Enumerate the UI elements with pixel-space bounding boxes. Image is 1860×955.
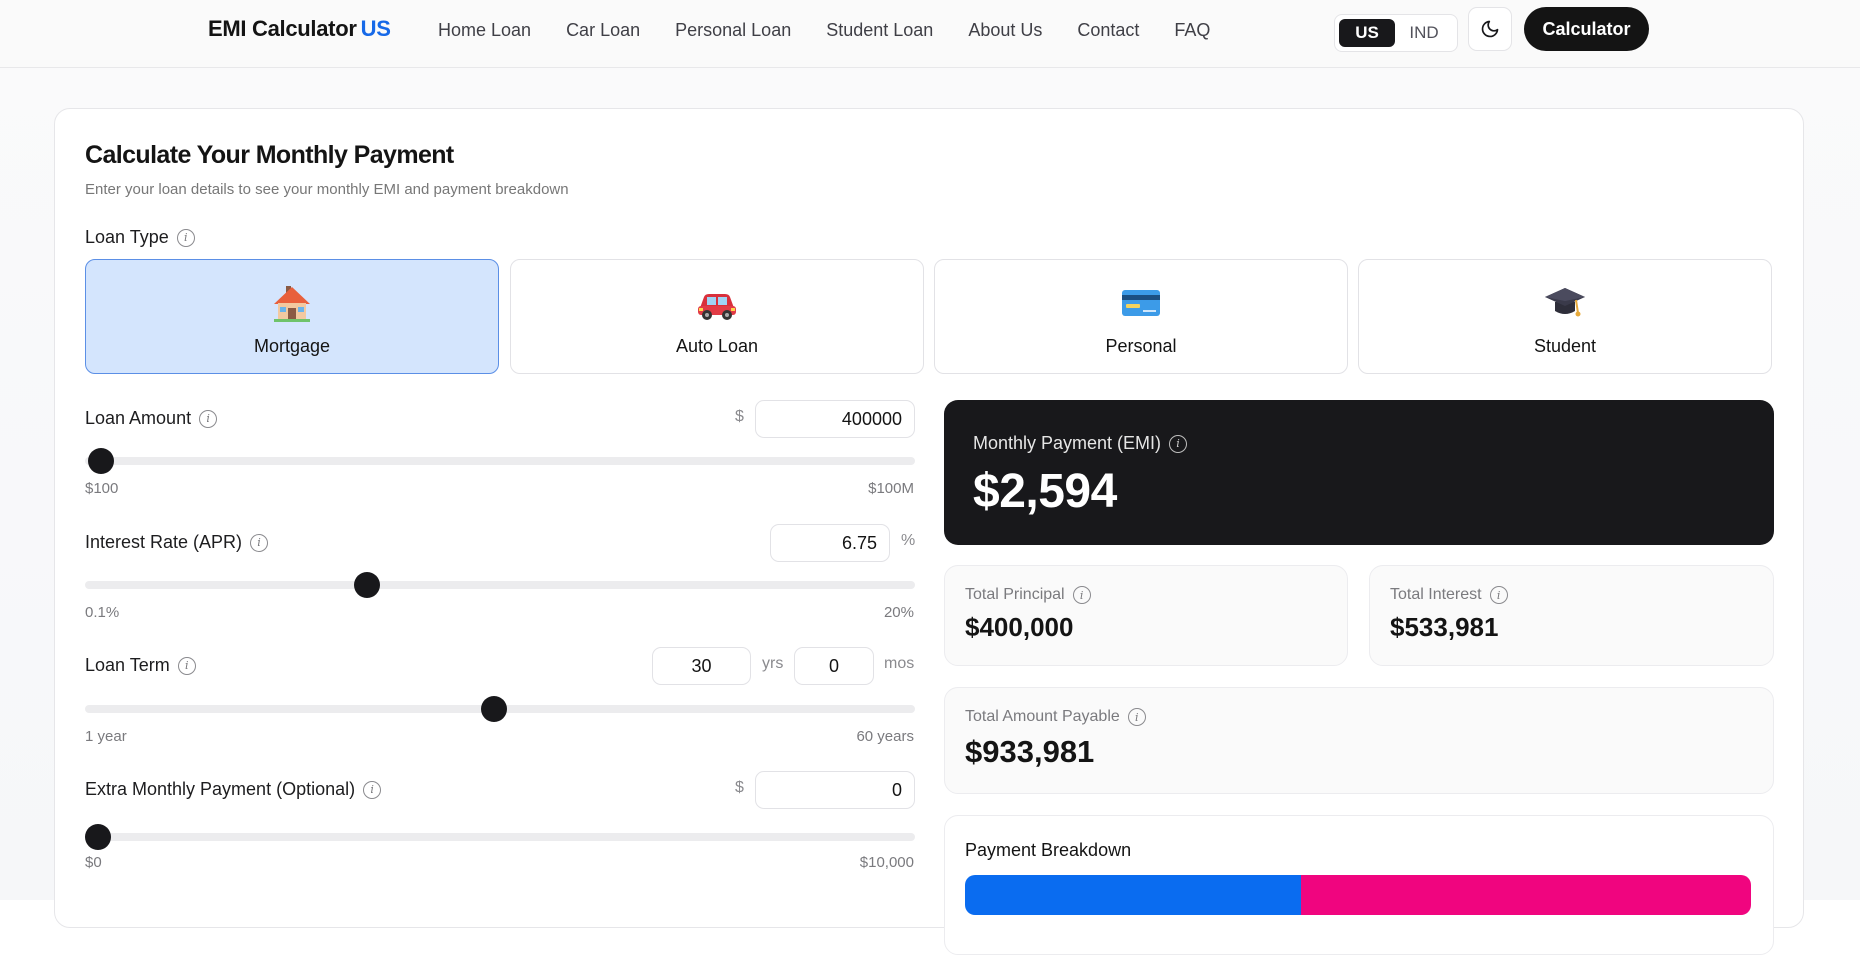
- extra-payment-slider-thumb[interactable]: [85, 824, 111, 850]
- interest-rate-slider-thumb[interactable]: [353, 572, 380, 598]
- nav-link-student-loan[interactable]: Student Loan: [826, 18, 933, 42]
- house-icon: [86, 280, 498, 324]
- info-icon[interactable]: i: [177, 656, 196, 675]
- car-icon: [511, 280, 923, 324]
- loan-term-max-label: 60 years: [856, 728, 914, 745]
- interest-rate-input[interactable]: [770, 524, 890, 562]
- loan-type-student[interactable]: Student: [1358, 259, 1772, 374]
- emi-result-panel: Monthly Payment (EMI) i $2,594: [944, 400, 1774, 545]
- extra-payment-min-label: $0: [85, 854, 102, 871]
- loan-term-min-label: 1 year: [85, 728, 127, 745]
- region-us-button[interactable]: US: [1339, 19, 1395, 47]
- loan-term-years-input[interactable]: [652, 647, 751, 685]
- years-unit: yrs: [762, 655, 784, 672]
- emi-label: Monthly Payment (EMI): [973, 433, 1162, 453]
- total-interest-value: $533,981: [1390, 612, 1499, 642]
- info-icon[interactable]: i: [363, 780, 382, 799]
- info-icon[interactable]: i: [176, 228, 195, 247]
- loan-type-label-row: Loan Type i: [85, 227, 195, 248]
- top-navbar: EMI Calculator US Home Loan Car Loan Pers…: [0, 0, 1860, 68]
- loan-term-slider-thumb[interactable]: [480, 696, 507, 722]
- nav-link-contact[interactable]: Contact: [1077, 18, 1139, 42]
- info-icon[interactable]: i: [1169, 434, 1188, 453]
- loan-term-slider[interactable]: [85, 696, 915, 722]
- nav-links: Home Loan Car Loan Personal Loan Student…: [438, 18, 1245, 42]
- extra-payment-max-label: $10,000: [859, 854, 914, 871]
- region-ind-button[interactable]: IND: [1395, 19, 1453, 47]
- percent-unit: %: [901, 532, 916, 549]
- emi-value: $2,594: [973, 465, 1117, 518]
- nav-link-about-us[interactable]: About Us: [968, 18, 1042, 42]
- payment-breakdown-panel: Payment Breakdown: [944, 815, 1774, 955]
- months-unit: mos: [884, 655, 915, 672]
- brand-logo[interactable]: EMI Calculator US: [208, 16, 391, 42]
- total-payable-card: Total Amount Payable i $933,981: [944, 687, 1774, 794]
- extra-payment-label: Extra Monthly Payment (Optional): [85, 779, 356, 799]
- total-principal-label: Total Principal: [965, 586, 1065, 603]
- total-principal-label-row: Total Principal i: [965, 586, 1091, 604]
- region-toggle: US IND: [1334, 14, 1458, 52]
- extra-payment-slider[interactable]: [85, 824, 915, 850]
- interest-rate-label-row: Interest Rate (APR) i: [85, 532, 269, 553]
- emi-label-row: Monthly Payment (EMI) i: [973, 433, 1188, 454]
- loan-amount-min-label: $100: [85, 480, 119, 497]
- payment-breakdown-bar: [965, 875, 1751, 915]
- theme-toggle-button[interactable]: [1468, 7, 1512, 51]
- interest-segment[interactable]: [1301, 875, 1751, 915]
- total-principal-card: Total Principal i $400,000: [944, 565, 1348, 666]
- total-payable-label-row: Total Amount Payable i: [965, 708, 1146, 726]
- loan-type-label-auto: Auto Loan: [675, 336, 759, 356]
- loan-type-mortgage[interactable]: Mortgage: [85, 259, 499, 374]
- loan-type-label-student: Student: [1533, 336, 1597, 356]
- info-icon[interactable]: i: [1127, 708, 1146, 726]
- loan-amount-label-row: Loan Amount i: [85, 408, 218, 429]
- loan-term-label: Loan Term: [85, 655, 170, 675]
- calculator-card: Calculate Your Monthly Payment Enter you…: [54, 108, 1804, 955]
- brand-accent: US: [360, 16, 391, 41]
- nav-link-home-loan[interactable]: Home Loan: [438, 18, 531, 42]
- moon-icon: [1481, 20, 1499, 38]
- currency-symbol: $: [735, 408, 744, 425]
- total-payable-value: $933,981: [965, 734, 1095, 769]
- loan-amount-slider[interactable]: [85, 448, 915, 474]
- loan-amount-label: Loan Amount: [85, 408, 192, 428]
- page-title: Calculate Your Monthly Payment: [85, 141, 454, 169]
- loan-term-months-input[interactable]: [794, 647, 874, 685]
- loan-type-label-personal: Personal: [1105, 336, 1177, 356]
- extra-payment-input[interactable]: [755, 771, 915, 809]
- loan-amount-max-label: $100M: [868, 480, 914, 497]
- extra-payment-label-row: Extra Monthly Payment (Optional) i: [85, 779, 382, 800]
- nav-link-car-loan[interactable]: Car Loan: [566, 18, 640, 42]
- loan-amount-input[interactable]: [755, 400, 915, 438]
- interest-rate-label: Interest Rate (APR): [85, 532, 243, 552]
- loan-type-personal[interactable]: Personal: [934, 259, 1348, 374]
- total-interest-label: Total Interest: [1390, 586, 1482, 603]
- total-interest-card: Total Interest i $533,981: [1369, 565, 1774, 666]
- info-icon[interactable]: i: [1489, 586, 1508, 604]
- payment-breakdown-title: Payment Breakdown: [965, 840, 1132, 860]
- calculator-button[interactable]: Calculator: [1524, 7, 1649, 51]
- graduation-cap-icon: [1359, 280, 1771, 324]
- total-payable-label: Total Amount Payable: [965, 708, 1120, 725]
- currency-symbol: $: [735, 779, 744, 796]
- info-icon[interactable]: i: [250, 533, 269, 552]
- total-interest-label-row: Total Interest i: [1390, 586, 1508, 604]
- loan-term-label-row: Loan Term i: [85, 655, 196, 676]
- interest-rate-min-label: 0.1%: [85, 604, 120, 621]
- interest-rate-slider[interactable]: [85, 572, 915, 598]
- loan-type-label-mortgage: Mortgage: [253, 336, 331, 356]
- page-subtitle: Enter your loan details to see your mont…: [85, 181, 569, 198]
- loan-type-label: Loan Type: [85, 227, 169, 247]
- nav-link-personal-loan[interactable]: Personal Loan: [675, 18, 791, 42]
- interest-rate-max-label: 20%: [883, 604, 914, 621]
- credit-card-icon: [935, 280, 1347, 324]
- total-principal-value: $400,000: [965, 612, 1074, 642]
- brand-name: EMI Calculator: [208, 16, 357, 41]
- info-icon[interactable]: i: [199, 409, 218, 428]
- principal-segment[interactable]: [965, 875, 1302, 915]
- loan-amount-slider-thumb[interactable]: [88, 448, 115, 474]
- loan-type-auto-loan[interactable]: Auto Loan: [510, 259, 924, 374]
- info-icon[interactable]: i: [1072, 586, 1091, 604]
- nav-link-faq[interactable]: FAQ: [1174, 18, 1210, 42]
